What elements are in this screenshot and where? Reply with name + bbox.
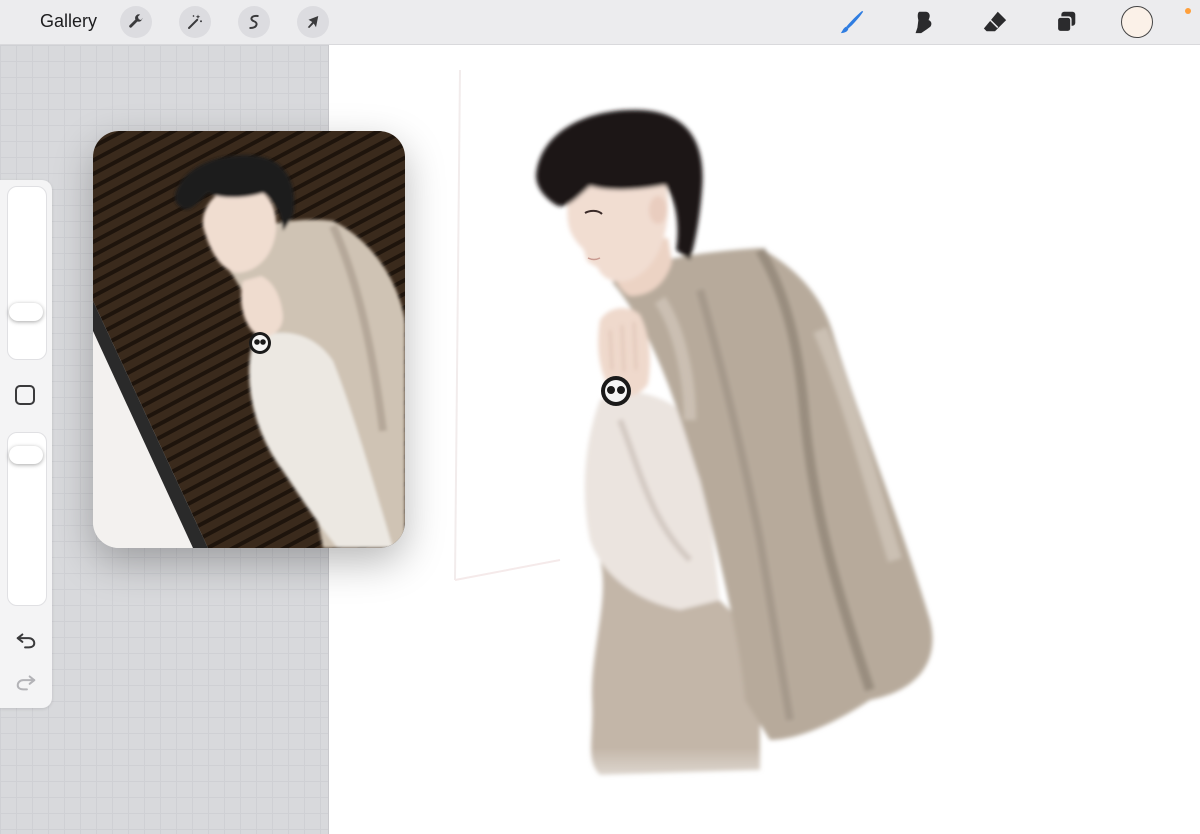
eraser-tool-button[interactable] [980,7,1010,37]
top-toolbar: Gallery [0,0,1200,45]
opacity-slider[interactable] [7,432,47,606]
selection-s-icon [249,14,259,29]
painted-figure-illustration [454,69,980,810]
smudge-finger-icon [915,11,932,34]
transform-button[interactable] [297,6,329,38]
brush-icon [840,10,864,34]
layers-icon [1056,11,1076,33]
redo-arrow-icon [16,675,36,691]
eraser-icon [983,11,1007,32]
magic-wand-icon [188,14,202,29]
smudge-tool-button[interactable] [908,7,938,37]
status-indicator-dot [1185,8,1191,14]
reference-photo [93,131,405,548]
left-sidebar [0,180,52,708]
undo-button[interactable] [12,628,40,652]
opacity-slider-thumb[interactable] [9,445,43,464]
drawing-canvas[interactable] [329,45,1200,834]
square-modify-icon[interactable] [15,385,35,405]
selection-button[interactable] [238,6,270,38]
brush-size-slider-thumb[interactable] [9,303,43,321]
reference-window[interactable] [93,131,405,548]
undo-arrow-icon [16,633,36,649]
brush-size-slider[interactable] [7,186,47,360]
adjustments-button[interactable] [179,6,211,38]
redo-button[interactable] [12,670,40,694]
actions-button[interactable] [120,6,152,38]
brush-tool-button[interactable] [837,7,867,37]
color-picker-swatch[interactable] [1121,6,1153,38]
arrow-cursor-icon [307,16,319,28]
layers-button[interactable] [1051,7,1081,37]
wrench-icon [129,14,143,28]
gallery-button[interactable]: Gallery [40,11,97,32]
